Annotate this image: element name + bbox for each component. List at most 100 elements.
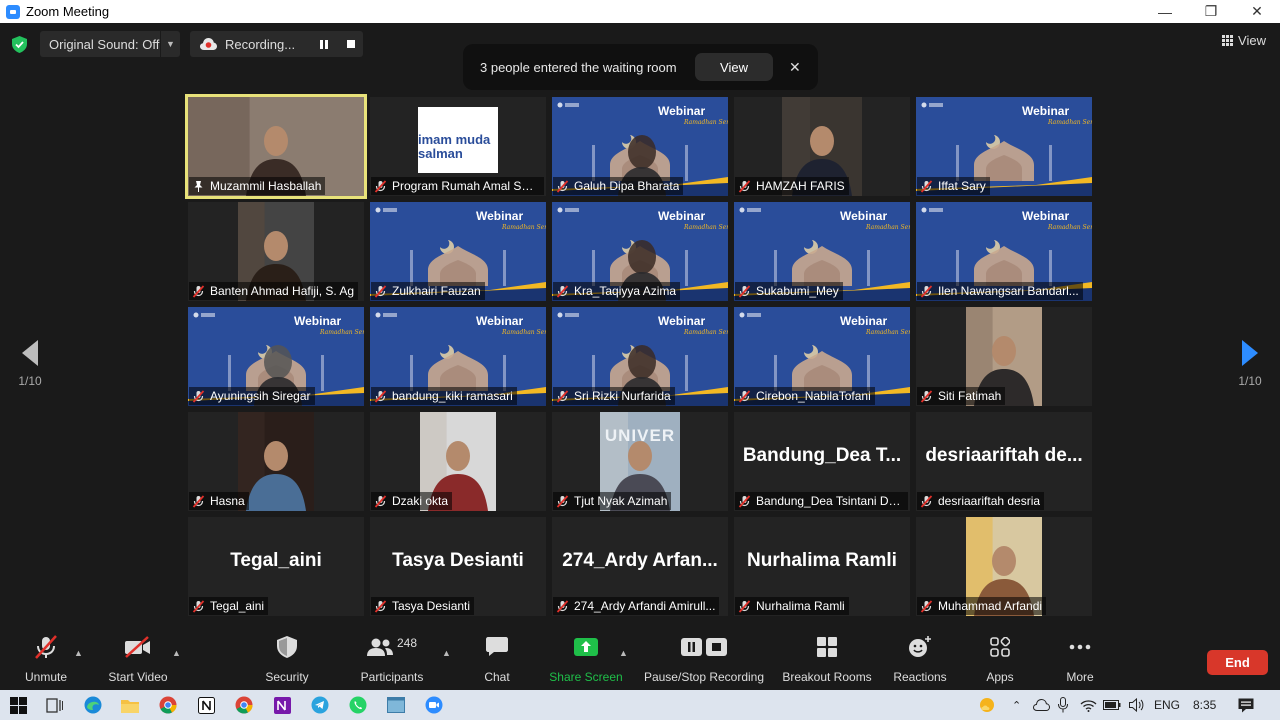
participant-tile[interactable]: Tasya Desianti Tasya Desianti: [370, 517, 546, 616]
pause-stop-recording-button[interactable]: Pause/Stop Recording: [640, 630, 768, 690]
windows-start-icon[interactable]: [8, 695, 28, 715]
participant-name: Nurhalima Ramli: [756, 599, 845, 613]
onenote-icon[interactable]: [272, 695, 292, 715]
participant-tile[interactable]: Bandung_Dea T... Bandung_Dea Tsintani Dz.…: [734, 412, 910, 511]
zoom-taskbar-icon[interactable]: [424, 695, 444, 715]
chevron-up-icon[interactable]: ▲: [619, 648, 628, 658]
cloud-sync-icon[interactable]: [1033, 690, 1050, 720]
close-icon[interactable]: ✕: [789, 59, 801, 76]
pause-icon: [320, 39, 328, 49]
participant-name-label: bandung_kiki ramasari: [371, 387, 517, 405]
participant-tile[interactable]: imam muda salman Program Rumah Amal Sal...: [370, 97, 546, 196]
participant-tile[interactable]: WebinarRamadhan SeriesSri Rizki Nurfarid…: [552, 307, 728, 406]
participant-display-name: Bandung_Dea T...: [742, 445, 902, 466]
webinar-title: Webinar: [476, 209, 523, 223]
participant-name: Siti Fatimah: [938, 389, 1002, 403]
notifications-icon[interactable]: [1238, 690, 1254, 720]
webinar-subtitle: Ramadhan Series: [683, 119, 728, 126]
chevron-up-icon[interactable]: ▲: [172, 648, 181, 658]
chat-button[interactable]: Chat: [476, 630, 518, 690]
close-window-button[interactable]: ✕: [1234, 0, 1280, 23]
task-view-icon[interactable]: [44, 695, 64, 715]
edge-browser-icon[interactable]: [83, 695, 103, 715]
participant-tile[interactable]: desriaariftah de... desriaariftah desria: [916, 412, 1092, 511]
microphone-tray-icon[interactable]: [1058, 690, 1068, 720]
participant-name: Ayuningsih Siregar: [210, 389, 311, 403]
webinar-title: Webinar: [476, 314, 523, 328]
security-button[interactable]: Security: [260, 630, 314, 690]
participant-tile[interactable]: Muzammil Hasballah: [185, 94, 367, 199]
clock[interactable]: 8:35: [1193, 690, 1216, 720]
participant-tile[interactable]: WebinarRamadhan SeriesGaluh Dipa Bharata: [552, 97, 728, 196]
participant-tile[interactable]: WebinarRamadhan Series Zulkhairi Fauzan: [370, 202, 546, 301]
participant-tile[interactable]: Dzaki okta: [370, 412, 546, 511]
apps-button[interactable]: Apps: [980, 630, 1020, 690]
chevron-up-icon[interactable]: ▲: [74, 648, 83, 658]
participant-tile[interactable]: WebinarRamadhan SeriesAyuningsih Siregar: [188, 307, 364, 406]
more-button[interactable]: More: [1060, 630, 1100, 690]
volume-icon[interactable]: [1129, 690, 1145, 720]
chrome-profile-icon[interactable]: [234, 695, 254, 715]
mic-muted-icon: [738, 389, 751, 403]
minimize-button[interactable]: —: [1142, 0, 1188, 23]
participant-name-label: Banten Ahmad Hafiji, S. Ag: [189, 282, 359, 300]
participant-tile[interactable]: WebinarRamadhan SeriesKra_Taqiyya Azima: [552, 202, 728, 301]
maximize-button[interactable]: ❐: [1188, 0, 1234, 23]
next-page-nav[interactable]: 1/10: [1230, 340, 1270, 388]
participant-tile[interactable]: WebinarRamadhan Series bandung_kiki ramas…: [370, 307, 546, 406]
share-screen-button[interactable]: Share Screen: [548, 630, 624, 690]
participant-tile[interactable]: Hasna: [188, 412, 364, 511]
participant-name: Tegal_aini: [210, 599, 265, 613]
view-waiting-room-button[interactable]: View: [695, 53, 773, 81]
participant-tile[interactable]: WebinarRamadhan Series Iffat Sary: [916, 97, 1092, 196]
mic-muted-icon: [556, 389, 569, 403]
original-sound-toggle[interactable]: Original Sound: Off ▼: [40, 31, 180, 57]
telegram-icon[interactable]: [310, 695, 330, 715]
participant-name-label: Tjut Nyak Azimah: [553, 492, 672, 510]
participant-tile[interactable]: Siti Fatimah: [916, 307, 1092, 406]
weather-icon[interactable]: [978, 690, 996, 720]
participant-tile[interactable]: Nurhalima Ramli Nurhalima Ramli: [734, 517, 910, 616]
participant-tile[interactable]: HAMZAH FARIS: [734, 97, 910, 196]
stop-recording-button[interactable]: [343, 36, 359, 52]
participant-tile[interactable]: Banten Ahmad Hafiji, S. Ag: [188, 202, 364, 301]
logo-text-line2: salman: [418, 146, 463, 161]
prev-page-nav[interactable]: 1/10: [10, 340, 50, 388]
start-video-button[interactable]: Start Video: [105, 630, 171, 690]
participant-name: Hasna: [210, 494, 245, 508]
participant-tile[interactable]: Muhammad Arfandi: [916, 517, 1092, 616]
participant-tile[interactable]: Tegal_aini Tegal_aini: [188, 517, 364, 616]
chevron-up-tray-icon[interactable]: ⌃: [1012, 690, 1021, 720]
participant-tile[interactable]: UNIVER Tjut Nyak Azimah: [552, 412, 728, 511]
chevron-left-icon[interactable]: [22, 340, 38, 366]
participant-tile[interactable]: 274_Ardy Arfan... 274_Ardy Arfandi Amirul…: [552, 517, 728, 616]
notion-icon[interactable]: [196, 695, 216, 715]
wifi-icon[interactable]: [1080, 690, 1097, 720]
mic-muted-icon: [374, 179, 387, 193]
participants-button[interactable]: 248 Participants: [355, 630, 429, 690]
pause-recording-button[interactable]: [316, 36, 332, 52]
shield-check-icon[interactable]: [12, 36, 27, 53]
chrome-icon[interactable]: [158, 695, 178, 715]
file-explorer-icon[interactable]: [120, 695, 140, 715]
app-window-icon[interactable]: [386, 695, 406, 715]
breakout-rooms-button[interactable]: Breakout Rooms: [780, 630, 874, 690]
chat-icon: [486, 637, 508, 656]
view-layout-button[interactable]: View: [1222, 33, 1266, 48]
chevron-right-icon[interactable]: [1242, 340, 1258, 366]
battery-icon[interactable]: [1103, 690, 1121, 720]
unmute-button[interactable]: Unmute: [20, 630, 72, 690]
breakout-rooms-icon: [817, 637, 837, 657]
end-meeting-button[interactable]: End: [1207, 650, 1268, 675]
mic-muted-icon: [556, 494, 569, 508]
recording-label: Recording...: [225, 36, 296, 52]
participant-tile[interactable]: WebinarRamadhan Series Cirebon_NabilaTofa…: [734, 307, 910, 406]
reactions-button[interactable]: Reactions: [890, 630, 950, 690]
chevron-down-icon[interactable]: ▼: [160, 31, 180, 57]
chevron-up-icon[interactable]: ▲: [442, 648, 451, 658]
participant-tile[interactable]: WebinarRamadhan Series Sukabumi_Mey: [734, 202, 910, 301]
participant-name-label: Tegal_aini: [189, 597, 269, 615]
whatsapp-icon[interactable]: [348, 695, 368, 715]
language-indicator[interactable]: ENG: [1154, 690, 1180, 720]
participant-tile[interactable]: WebinarRamadhan Series Ilen Nawangsari Ba…: [916, 202, 1092, 301]
